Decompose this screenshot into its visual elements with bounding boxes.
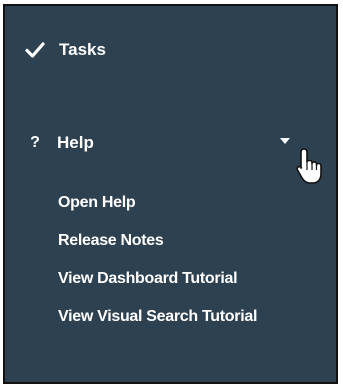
help-item-visual-search-tutorial[interactable]: View Visual Search Tutorial bbox=[58, 305, 257, 329]
nav-item-help-label: Help bbox=[57, 133, 94, 152]
help-item-open-help[interactable]: Open Help bbox=[58, 191, 257, 215]
navigation-panel: Tasks ? Help Open Help Release Notes Vie… bbox=[3, 4, 338, 384]
nav-item-help[interactable]: ? Help bbox=[25, 133, 324, 153]
question-icon: ? bbox=[30, 134, 40, 151]
nav-item-tasks[interactable]: Tasks bbox=[25, 40, 324, 60]
help-submenu: Open Help Release Notes View Dashboard T… bbox=[58, 191, 257, 343]
help-item-dashboard-tutorial[interactable]: View Dashboard Tutorial bbox=[58, 267, 257, 291]
hand-pointer-icon bbox=[296, 148, 322, 184]
nav-item-tasks-label: Tasks bbox=[59, 40, 106, 59]
help-item-release-notes[interactable]: Release Notes bbox=[58, 229, 257, 253]
check-icon bbox=[25, 41, 47, 59]
caret-down-icon[interactable] bbox=[280, 138, 290, 144]
